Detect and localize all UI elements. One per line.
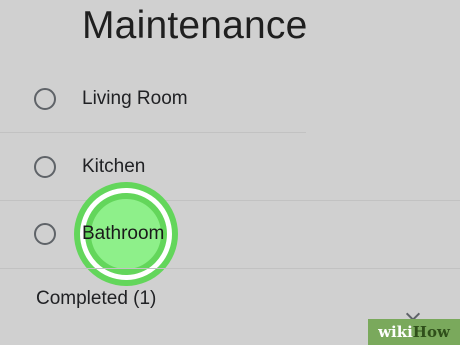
task-checkbox-icon[interactable] [34, 156, 56, 178]
task-list-screen: Maintenance Living Room Kitchen Bathroom… [0, 0, 460, 345]
task-item-kitchen[interactable]: Kitchen [0, 134, 460, 200]
task-checkbox-icon[interactable] [34, 88, 56, 110]
task-label: Kitchen [82, 156, 146, 177]
divider [0, 268, 460, 269]
divider [0, 132, 306, 133]
task-checkbox-icon[interactable] [34, 223, 56, 245]
watermark-wiki: wiki [378, 323, 413, 341]
task-label: Bathroom [82, 223, 165, 244]
task-label: Living Room [82, 88, 188, 109]
task-item-living-room[interactable]: Living Room [0, 66, 460, 132]
task-item-bathroom[interactable] [0, 201, 460, 267]
completed-section-header[interactable]: Completed (1) [36, 287, 156, 311]
watermark-how: How [412, 323, 450, 341]
wikihow-watermark: wiki How [368, 319, 460, 345]
page-title: Maintenance [82, 4, 308, 47]
